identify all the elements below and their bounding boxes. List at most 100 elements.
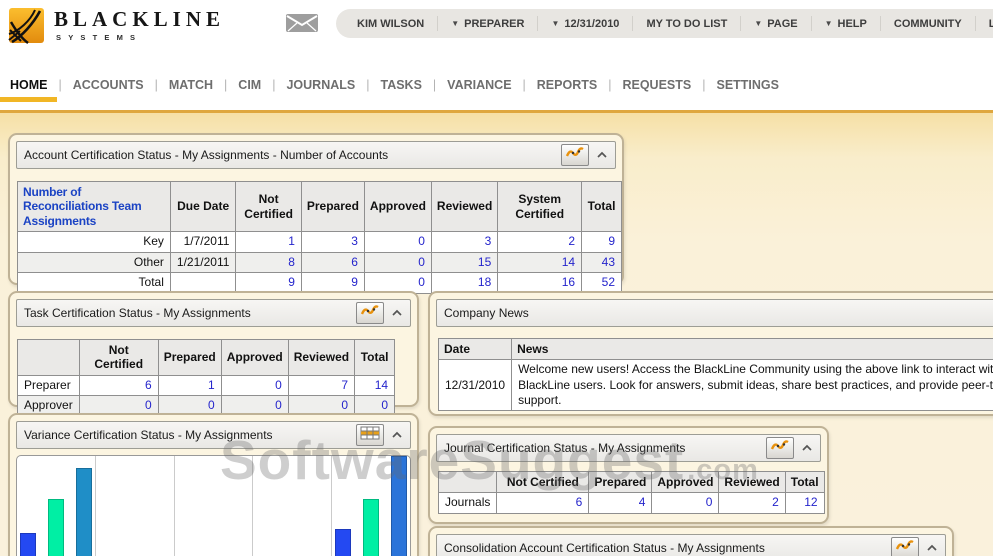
dropdown-arrow-icon: ▼ — [754, 18, 763, 28]
account-status-table: Number of Reconciliations Team Assignmen… — [17, 180, 622, 294]
collapse-button[interactable] — [391, 426, 403, 444]
nav-item-match[interactable]: MATCH — [167, 78, 215, 92]
column-header: Approved — [651, 470, 720, 494]
menu-item-12-31-2010[interactable]: ▼ 12/31/2010 — [537, 16, 632, 31]
data-table: Number of Reconciliations Team Assignmen… — [17, 180, 622, 294]
collapse-button[interactable] — [391, 304, 403, 322]
application-window: BLACKLINE SYSTEMS KIM WILSON ▼ PREPARER ▼ 12… — [0, 0, 993, 556]
table-row: 12/31/2010 Welcome new users! Access the … — [437, 359, 993, 412]
grid-icon — [360, 426, 380, 445]
bar-series-1 — [335, 529, 352, 556]
collapse-button[interactable] — [926, 539, 938, 556]
brand-name: BLACKLINE — [54, 7, 226, 31]
column-header: Reviewed — [287, 339, 356, 376]
value-link[interactable]: 12 — [784, 492, 825, 514]
value-link[interactable]: 14 — [497, 251, 583, 274]
column-header: System Certified — [497, 180, 583, 233]
menu-item-label: KIM WILSON — [357, 17, 425, 30]
nav-item-requests[interactable]: REQUESTS — [620, 78, 693, 92]
value-link[interactable]: 0 — [651, 492, 720, 514]
bar-series-3 — [391, 456, 408, 556]
nav-item-settings[interactable]: SETTINGS — [714, 78, 781, 92]
value-link[interactable]: 6 — [78, 374, 159, 397]
value-link[interactable]: 1 — [235, 231, 302, 253]
value-link[interactable]: 43 — [581, 251, 622, 274]
nav-item-tasks[interactable]: TASKS — [378, 78, 423, 92]
chart-view-button[interactable] — [561, 144, 589, 166]
chart-view-button[interactable] — [356, 302, 384, 324]
value-link[interactable]: 0 — [363, 231, 432, 253]
chart-view-button[interactable] — [766, 437, 794, 459]
column-header-link[interactable]: Number of Reconciliations Team Assignmen… — [17, 180, 171, 233]
chart-icon — [895, 539, 915, 556]
row-label: Journals — [437, 492, 498, 514]
bar-series-1 — [19, 532, 36, 556]
nav-item-cim[interactable]: CIM — [236, 78, 263, 92]
collapse-button[interactable] — [801, 439, 813, 457]
value-link[interactable]: 14 — [354, 374, 396, 397]
panel-header: Company News — [436, 299, 993, 327]
nav-item-home[interactable]: HOME — [8, 78, 50, 92]
panel-journal-certification: Journal Certification Status - My Assign… — [428, 426, 829, 524]
collapse-button[interactable] — [596, 146, 608, 164]
value-link[interactable]: 3 — [430, 231, 499, 253]
panel-task-certification: Task Certification Status - My Assignmen… — [8, 291, 419, 417]
column-header: Reviewed — [718, 470, 786, 494]
value-link[interactable]: 6 — [300, 251, 365, 274]
menu-item-help[interactable]: ▼ HELP — [810, 16, 880, 31]
cell-value: Welcome new users! Access the BlackLine … — [511, 359, 993, 412]
table-view-button[interactable] — [356, 424, 384, 446]
value-link[interactable]: 8 — [235, 251, 302, 274]
value-link[interactable]: 2 — [718, 492, 786, 514]
column-header: News — [511, 337, 993, 361]
menu-item-label: MY TO DO LIST — [646, 17, 728, 30]
value-link[interactable]: 1 — [157, 374, 222, 397]
column-header: Total — [354, 339, 396, 376]
panel-title: Consolidation Account Certification Stat… — [444, 541, 765, 555]
chevron-up-icon — [596, 146, 608, 164]
panel-variance-certification: Variance Certification Status - My Assig… — [8, 413, 419, 556]
panel-header: Variance Certification Status - My Assig… — [16, 421, 411, 449]
value-link[interactable]: 6 — [496, 492, 590, 514]
active-tab-underline — [0, 97, 57, 102]
panel-title: Journal Certification Status - My Assign… — [444, 441, 686, 455]
column-header: Prepared — [157, 339, 222, 376]
menu-item-log-out[interactable]: LOG OUT — [974, 16, 993, 31]
value-link[interactable]: 4 — [588, 492, 653, 514]
nav-item-reports[interactable]: REPORTS — [535, 78, 599, 92]
nav-item-variance[interactable]: VARIANCE — [445, 78, 513, 92]
value-link[interactable]: 3 — [300, 231, 365, 253]
value-link[interactable]: 9 — [581, 231, 622, 253]
menu-item-kim-wilson[interactable]: KIM WILSON — [344, 16, 437, 31]
column-header: Total — [784, 470, 825, 494]
panel-company-news: Company News Date News 12/31/2010 Welcome n… — [428, 291, 993, 416]
mail-icon[interactable] — [285, 13, 319, 38]
menu-item-label: COMMUNITY — [893, 17, 962, 30]
value-link[interactable]: 2 — [497, 231, 583, 253]
blackline-logo-mark-icon — [8, 8, 44, 44]
brand-text: BLACKLINE SYSTEMS — [54, 7, 226, 43]
top-bar: BLACKLINE SYSTEMS KIM WILSON ▼ PREPARER ▼ 12… — [0, 0, 993, 60]
data-table: Not Certified Prepared Approved Reviewed Tot… — [17, 339, 396, 417]
row-label: Key — [17, 231, 171, 253]
menu-item-my-to-do-list[interactable]: MY TO DO LIST — [632, 16, 740, 31]
nav-separator: | — [58, 78, 62, 92]
value-link[interactable]: 15 — [430, 251, 499, 274]
nav-item-journals[interactable]: JOURNALS — [284, 78, 357, 92]
bar-series-3 — [75, 467, 92, 556]
nav-separator: | — [154, 78, 158, 92]
table-row: Preparer 6 1 0 7 14 — [17, 374, 396, 397]
value-link[interactable]: 0 — [220, 374, 289, 397]
nav-item-accounts[interactable]: ACCOUNTS — [71, 78, 146, 92]
variance-chart-plot — [16, 455, 411, 556]
menu-item-page[interactable]: ▼ PAGE — [740, 16, 810, 31]
chart-view-button[interactable] — [891, 537, 919, 556]
value-link[interactable]: 7 — [287, 374, 356, 397]
menu-item-preparer[interactable]: ▼ PREPARER — [437, 16, 537, 31]
dropdown-arrow-icon: ▼ — [451, 18, 460, 28]
chart-section — [96, 456, 175, 556]
column-header: Prepared — [300, 180, 365, 233]
dropdown-arrow-icon: ▼ — [551, 18, 560, 28]
value-link[interactable]: 0 — [363, 251, 432, 274]
menu-item-community[interactable]: COMMUNITY — [879, 16, 975, 31]
